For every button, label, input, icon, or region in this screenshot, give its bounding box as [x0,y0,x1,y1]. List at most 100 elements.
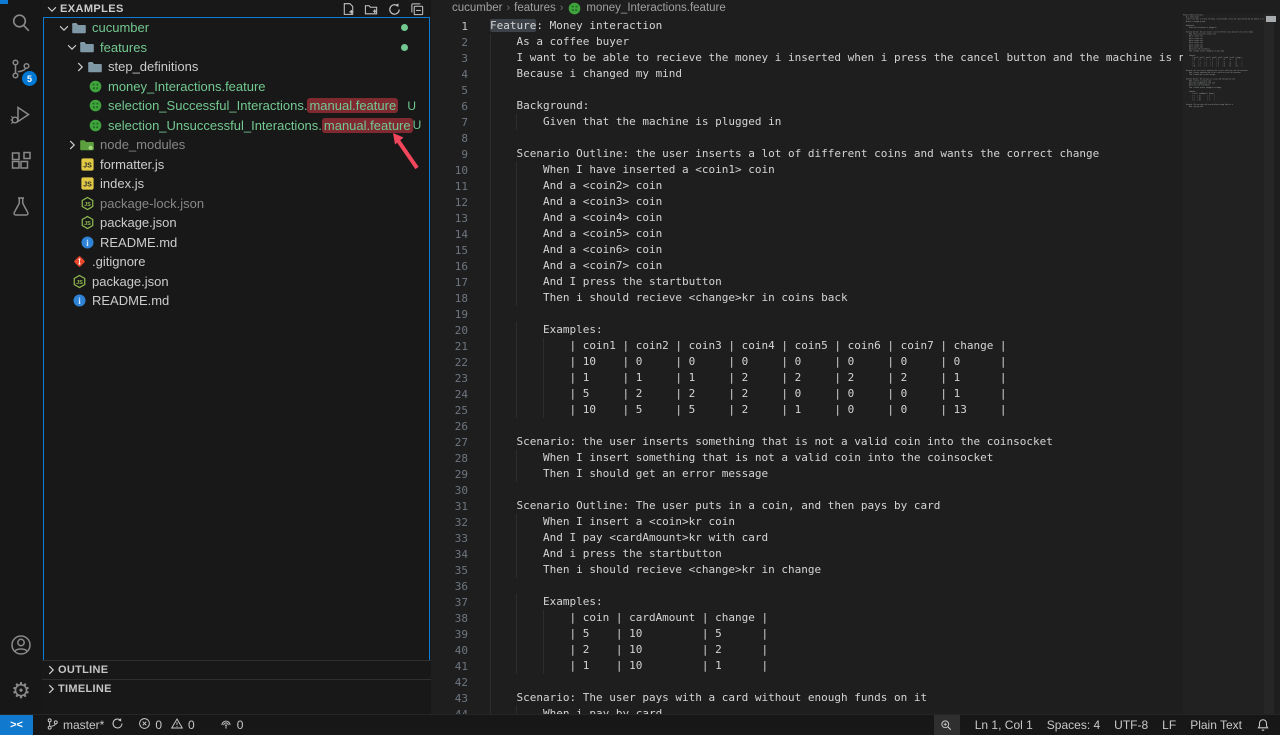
tree-item-README.md[interactable]: iREADME.md [44,291,429,311]
code-line[interactable]: 22 | 10 | 0 | 0 | 0 | 0 | 0 | 0 | 0 | [431,354,1183,370]
code-line[interactable]: 9 Scenario Outline: the user inserts a l… [431,146,1183,162]
code-line[interactable]: 32 When I insert a <coin>kr coin [431,514,1183,530]
code-line[interactable]: 13 And a <coin4> coin [431,210,1183,226]
code-line[interactable]: 2 As a coffee buyer [431,34,1183,50]
indentation-status[interactable]: Spaces: 4 [1040,715,1107,735]
code-line[interactable]: 18 Then i should recieve <change>kr in c… [431,290,1183,306]
code-line[interactable]: 4 Because i changed my mind [431,66,1183,82]
code-line[interactable]: 5 [431,82,1183,98]
tree-item-money_Interactions.feature[interactable]: money_Interactions.feature [44,77,429,97]
tree-item-features[interactable]: features [44,38,429,58]
folder-icon [87,59,103,75]
tree-item-.gitignore[interactable]: .gitignore [44,252,429,272]
code-line[interactable]: 24 | 5 | 2 | 2 | 2 | 0 | 0 | 0 | 1 | [431,386,1183,402]
code-line[interactable]: 20 Examples: [431,322,1183,338]
activity-item-search[interactable] [0,0,42,46]
code-line[interactable]: 41 | 1 | 10 | 1 | [431,658,1183,674]
code-line[interactable]: 25 | 10 | 5 | 5 | 2 | 1 | 0 | 0 | 13 | [431,402,1183,418]
code-line[interactable]: 21 | coin1 | coin2 | coin3 | coin4 | coi… [431,338,1183,354]
code-line[interactable]: 15 And a <coin6> coin [431,242,1183,258]
activity-item-testing[interactable] [0,184,42,230]
minimap[interactable]: Feature: Money interaction As a coffee b… [1183,14,1264,714]
code-area[interactable]: 1Feature: Money interaction2 As a coffee… [431,18,1183,714]
tree-item-package.json[interactable]: JSpackage.json [44,213,429,233]
code-line[interactable]: 6 Background: [431,98,1183,114]
code-line[interactable]: 31 Scenario Outline: The user puts in a … [431,498,1183,514]
code-line[interactable]: 43 Scenario: The user pays with a card w… [431,690,1183,706]
code-line[interactable]: 28 When I insert something that is not a… [431,450,1183,466]
code-line[interactable]: 17 And I press the startbutton [431,274,1183,290]
code-line[interactable]: 10 When I have inserted a <coin1> coin [431,162,1183,178]
activity-item-extensions[interactable] [0,138,42,184]
tree-item-cucumber[interactable]: cucumber [44,18,429,38]
cursor-position[interactable]: Ln 1, Col 1 [968,715,1040,735]
breadcrumb-item[interactable]: money_Interactions.feature [567,1,725,16]
encoding-status[interactable]: UTF-8 [1107,715,1155,735]
problems-status[interactable]: 0 0 [131,715,201,735]
timeline-pane-header[interactable]: TIMELINE [42,679,431,697]
git-branch-status[interactable]: master* [39,715,131,735]
tree-item-README.md[interactable]: iREADME.md [44,233,429,253]
chevron-right-icon[interactable] [73,59,87,75]
code-line[interactable]: 29 Then I should get an error message [431,466,1183,482]
branch-name: master* [63,718,104,732]
tree-item-selection_Successful_Interactions.manual.feature[interactable]: selection_Successful_Interactions.manual… [44,96,429,116]
activity-item-run-debug[interactable] [0,92,42,138]
code-line[interactable]: 38 | coin | cardAmount | change | [431,610,1183,626]
ports-status[interactable]: 0 [212,715,251,735]
code-line[interactable]: 3 I want to be able to recieve the money… [431,50,1183,66]
code-line[interactable]: 7 Given that the machine is plugged in [431,114,1183,130]
code-line[interactable]: 44 When i pay by card [431,706,1183,714]
code-line[interactable]: 26 [431,418,1183,434]
breadcrumb-item[interactable]: features [514,2,556,14]
chevron-down-icon[interactable] [57,20,71,36]
code-line[interactable]: 37 Examples: [431,594,1183,610]
chevron-down-icon[interactable] [45,1,59,17]
eol-status[interactable]: LF [1155,715,1183,735]
code-line[interactable]: 42 [431,674,1183,690]
code-line[interactable]: 19 [431,306,1183,322]
code-line[interactable]: 39 | 5 | 10 | 5 | [431,626,1183,642]
tree-item-selection_Unsuccessful_Interactions.manual.feature[interactable]: selection_Unsuccessful_Interactions.manu… [44,116,429,136]
code-line[interactable]: 23 | 1 | 1 | 1 | 2 | 2 | 2 | 2 | 1 | [431,370,1183,386]
activity-item-source-control[interactable]: 5 [0,46,42,92]
tree-item-node_modules[interactable]: node_modules [44,135,429,155]
code-line[interactable]: 34 And i press the startbutton [431,546,1183,562]
notifications-bell[interactable] [1249,715,1280,735]
refresh-icon[interactable] [386,1,402,17]
activity-item-settings[interactable]: ⚙ [0,668,42,714]
code-line[interactable]: 33 And I pay <cardAmount>kr with card [431,530,1183,546]
breadcrumb-separator: › [560,2,564,14]
tree-item-package-lock.json[interactable]: JSpackage-lock.json [44,194,429,214]
chevron-right-icon[interactable] [65,137,79,153]
activity-item-account[interactable] [0,622,42,668]
new-folder-icon[interactable] [363,1,379,17]
line-number: 18 [431,292,468,305]
code-line[interactable]: 11 And a <coin2> coin [431,178,1183,194]
language-mode[interactable]: Plain Text [1183,715,1249,735]
code-line[interactable]: 1Feature: Money interaction [431,18,1183,34]
code-line[interactable]: 40 | 2 | 10 | 2 | [431,642,1183,658]
code-line[interactable]: 36 [431,578,1183,594]
new-file-icon[interactable] [340,1,356,17]
code-line[interactable]: 8 [431,130,1183,146]
collapse-all-icon[interactable] [409,1,425,17]
code-line[interactable]: 27 Scenario: the user inserts something … [431,434,1183,450]
scrollbar[interactable] [1264,14,1274,714]
code-line[interactable]: 16 And a <coin7> coin [431,258,1183,274]
chevron-down-icon[interactable] [65,39,79,55]
git-untracked-badge: U [407,99,416,113]
code-text: Scenario: the user inserts something tha… [490,434,1053,450]
breadcrumb-item[interactable]: cucumber [452,2,503,14]
outline-pane-header[interactable]: OUTLINE [42,660,431,678]
code-line[interactable]: 12 And a <coin3> coin [431,194,1183,210]
tree-item-step_definitions[interactable]: step_definitions [44,57,429,77]
remote-indicator[interactable]: >< [0,715,33,735]
tree-item-formatter.js[interactable]: JSformatter.js [44,155,429,175]
tree-item-index.js[interactable]: JSindex.js [44,174,429,194]
code-line[interactable]: 30 [431,482,1183,498]
tree-item-package.json[interactable]: JSpackage.json [44,272,429,292]
code-line[interactable]: 35 Then i should recieve <change>kr in c… [431,562,1183,578]
code-line[interactable]: 14 And a <coin5> coin [431,226,1183,242]
zoom-indicator[interactable] [934,715,960,735]
